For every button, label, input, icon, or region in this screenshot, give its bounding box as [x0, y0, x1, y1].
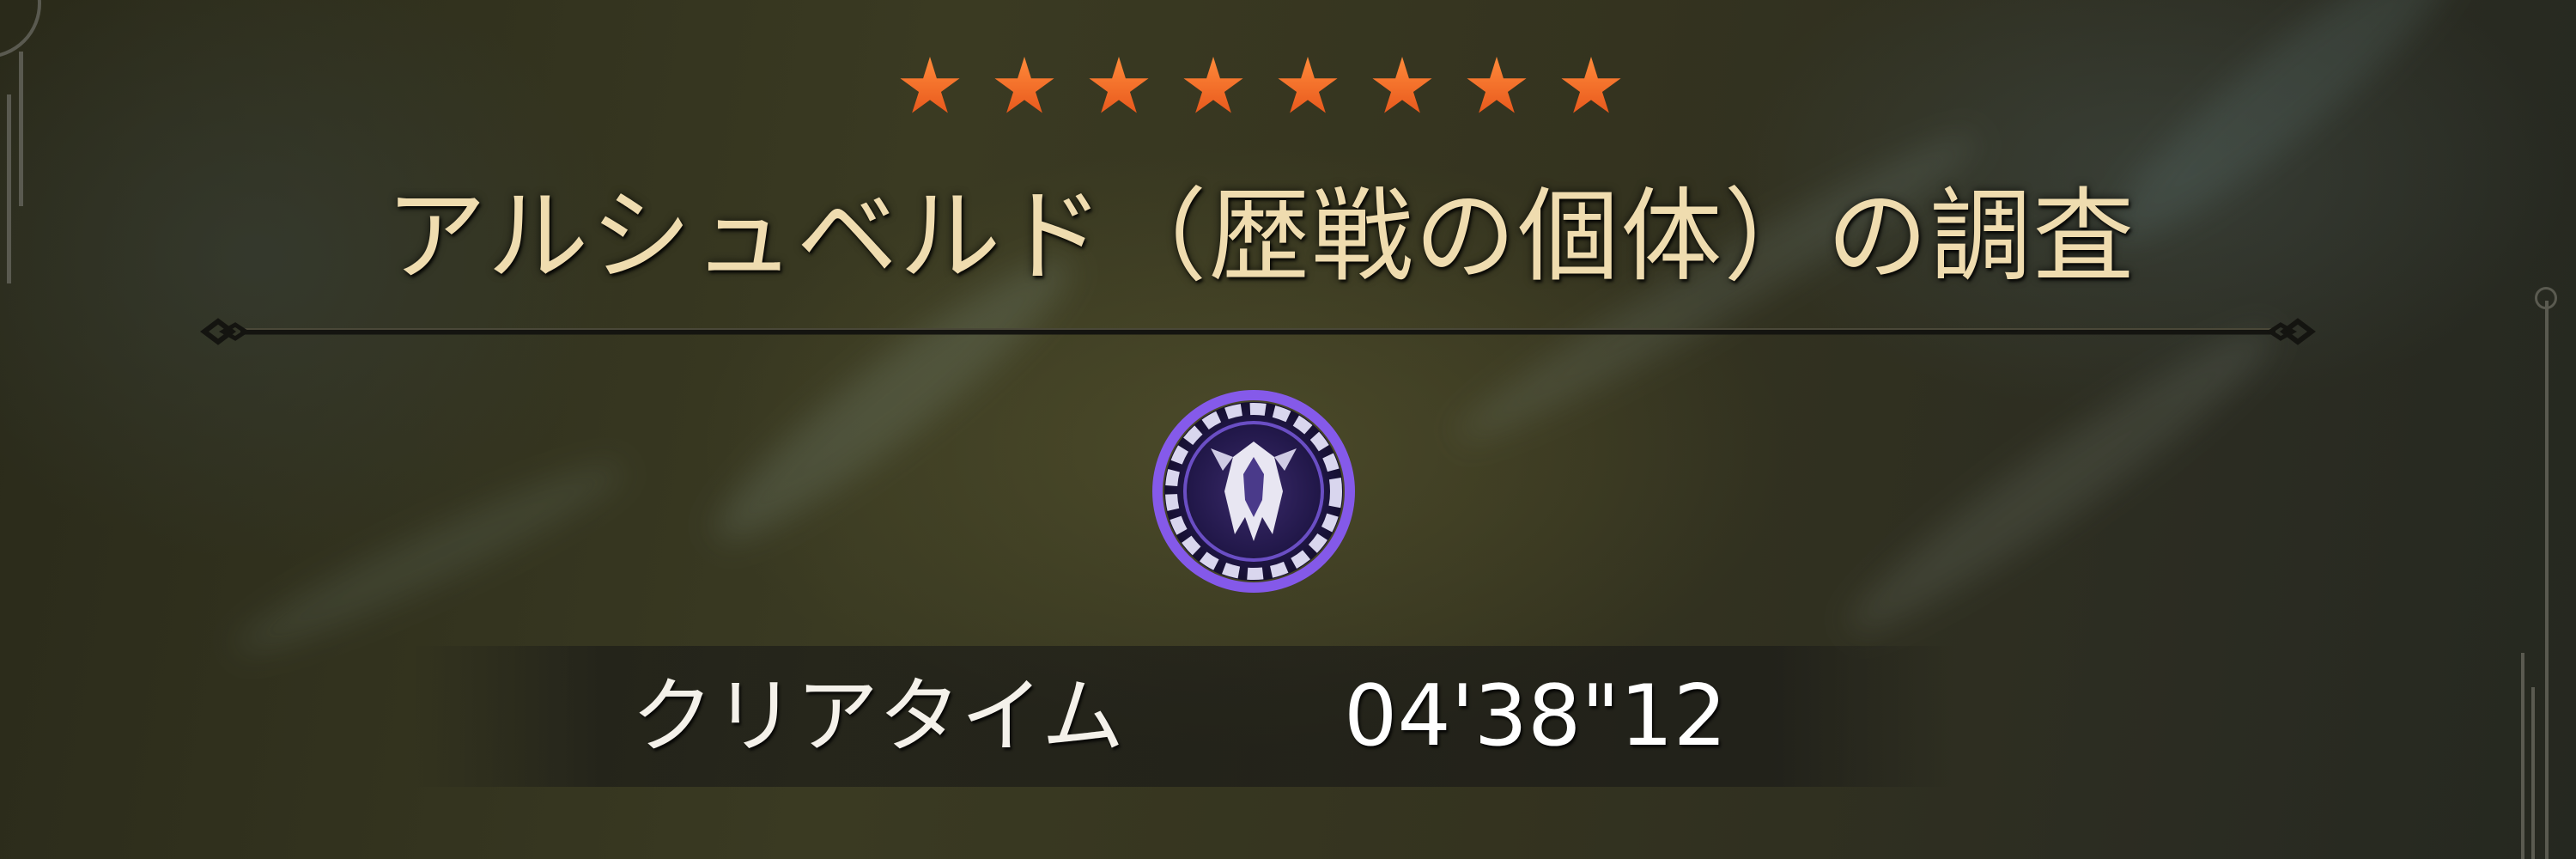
right-frame-ornament [2535, 287, 2557, 309]
title-divider [200, 318, 2316, 345]
rank-star-icon [1561, 57, 1621, 113]
rank-star-icon [994, 57, 1054, 113]
rank-star-icon [1183, 57, 1243, 113]
rank-star-icon [1089, 57, 1149, 113]
quest-result-screen: アルシュベルド（歴戦の個体）の調査 クリアタイム 04'38"12 [0, 0, 2576, 859]
right-frame-line [2521, 653, 2524, 859]
left-frame-ornament [0, 0, 41, 58]
quest-rank-stars [0, 57, 2521, 119]
right-frame-line [2545, 301, 2549, 859]
arkveld-monster-icon [1152, 390, 1355, 593]
rank-star-icon [1372, 57, 1432, 113]
background-streak [1830, 305, 2292, 657]
right-frame-line [2531, 687, 2535, 859]
rank-star-icon [1467, 57, 1527, 113]
clear-time-label: クリアタイム [631, 668, 1125, 765]
background-streak [223, 444, 635, 673]
clear-time-value: 04'38"12 [1344, 667, 1728, 765]
rank-star-icon [900, 57, 960, 113]
quest-title: アルシュベルド（歴戦の個体）の調査 [385, 177, 2136, 295]
rank-star-icon [1278, 57, 1338, 113]
